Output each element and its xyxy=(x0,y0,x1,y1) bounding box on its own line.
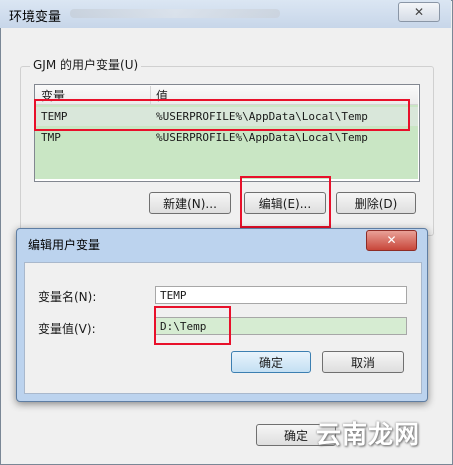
watermark-text: 云南龙网 xyxy=(316,420,421,449)
highlight-box-value-field xyxy=(154,306,231,345)
variable-name-label: 变量名(N): xyxy=(38,290,97,304)
dialog-cancel-button[interactable]: 取消 xyxy=(322,351,404,373)
dialog-title: 编辑用户变量 xyxy=(28,238,101,252)
env-vars-title: 环境变量 xyxy=(9,10,62,25)
blurred-title-region xyxy=(70,9,280,18)
highlight-box-edit-button xyxy=(240,176,331,228)
highlight-box-temp-row xyxy=(34,99,410,131)
variable-name-field[interactable]: TEMP xyxy=(155,286,407,304)
user-var-value: %USERPROFILE%\AppData\Local\Temp xyxy=(156,131,368,144)
variable-value-label: 变量值(V): xyxy=(38,322,96,336)
user-var-name: TMP xyxy=(41,131,61,144)
dialog-ok-button[interactable]: 确定 xyxy=(231,351,311,373)
dialog-close-button[interactable]: ✕ xyxy=(366,230,417,251)
env-vars-close-button[interactable]: ✕ xyxy=(398,2,440,22)
new-variable-button[interactable]: 新建(N)... xyxy=(149,192,231,214)
delete-variable-button[interactable]: 删除(D) xyxy=(336,192,416,214)
user-vars-group-label: GJM 的用户变量(U) xyxy=(30,56,142,73)
